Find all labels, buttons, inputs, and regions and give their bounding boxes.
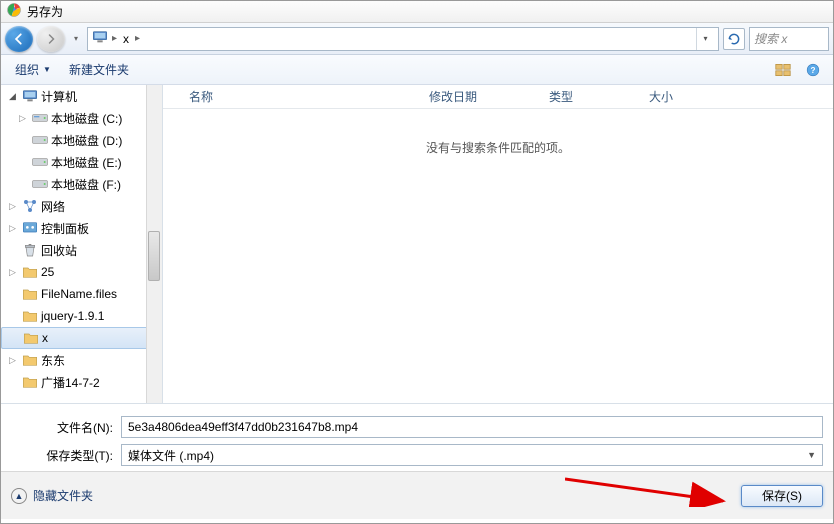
control-panel-icon xyxy=(22,220,38,236)
column-size[interactable]: 大小 xyxy=(641,88,721,105)
tree-item-folder[interactable]: ▷ 25 xyxy=(1,261,162,283)
folder-icon xyxy=(22,286,38,302)
collapse-arrow-icon: ▲ xyxy=(11,488,27,504)
tree-item-computer[interactable]: ◢ 计算机 xyxy=(1,85,162,107)
help-button[interactable]: ? xyxy=(801,59,825,81)
tree-item-control-panel[interactable]: ▷ 控制面板 xyxy=(1,217,162,239)
filename-input[interactable] xyxy=(121,416,823,438)
tree-item-folder[interactable]: FileName.files xyxy=(1,283,162,305)
tree-item-drive-d[interactable]: 本地磁盘 (D:) xyxy=(1,129,162,151)
expand-arrow-icon[interactable]: ▷ xyxy=(9,267,19,278)
new-folder-button[interactable]: 新建文件夹 xyxy=(63,58,135,81)
address-dropdown[interactable]: ▾ xyxy=(696,28,714,50)
svg-text:?: ? xyxy=(811,65,816,74)
expand-arrow-icon[interactable]: ◢ xyxy=(9,91,19,102)
chrome-icon xyxy=(7,3,27,20)
breadcrumb-chevron-icon: ▸ xyxy=(135,33,140,44)
drive-icon xyxy=(32,154,48,170)
address-bar[interactable]: ▸ x ▸ ▾ xyxy=(87,27,719,51)
expand-arrow-icon[interactable]: ▷ xyxy=(19,113,29,124)
view-options-button[interactable] xyxy=(771,59,795,81)
tree-item-folder-x[interactable]: x xyxy=(1,327,162,349)
breadcrumb-chevron-icon: ▸ xyxy=(112,33,117,44)
forward-button[interactable] xyxy=(37,26,65,52)
folder-icon xyxy=(22,264,38,280)
toolbar: 组织 ▼ 新建文件夹 ? xyxy=(1,55,833,85)
nav-history-dropdown[interactable]: ▾ xyxy=(69,26,83,52)
column-headers: 名称 修改日期 类型 大小 xyxy=(163,85,833,109)
column-date[interactable]: 修改日期 xyxy=(421,88,541,105)
nav-bar: ▾ ▸ x ▸ ▾ 搜索 x xyxy=(1,23,833,55)
search-placeholder: 搜索 x xyxy=(754,30,787,47)
folder-icon xyxy=(22,308,38,324)
tree-item-drive-e[interactable]: 本地磁盘 (E:) xyxy=(1,151,162,173)
save-button[interactable]: 保存(S) xyxy=(741,485,823,507)
filetype-dropdown[interactable]: 媒体文件 (.mp4) ▼ xyxy=(121,444,823,466)
expand-arrow-icon[interactable]: ▷ xyxy=(9,355,19,366)
annotation-arrow-icon xyxy=(565,477,735,507)
drive-icon xyxy=(32,132,48,148)
column-type[interactable]: 类型 xyxy=(541,88,641,105)
expand-arrow-icon[interactable]: ▷ xyxy=(9,201,19,212)
network-icon xyxy=(22,198,38,214)
search-input[interactable]: 搜索 x xyxy=(749,27,829,51)
dialog-footer: ▲ 隐藏文件夹 保存(S) xyxy=(1,471,833,519)
folder-icon xyxy=(22,374,38,390)
tree-item-folder[interactable]: jquery-1.9.1 xyxy=(1,305,162,327)
save-fields: 文件名(N): 保存类型(T): 媒体文件 (.mp4) ▼ xyxy=(1,403,833,471)
tree-item-network[interactable]: ▷ 网络 xyxy=(1,195,162,217)
computer-icon xyxy=(92,30,108,47)
title-bar: 另存为 xyxy=(1,1,833,23)
back-button[interactable] xyxy=(5,26,33,52)
filetype-label: 保存类型(T): xyxy=(11,447,121,464)
filename-label: 文件名(N): xyxy=(11,419,121,436)
breadcrumb-item[interactable]: x xyxy=(121,32,131,46)
scrollbar-thumb[interactable] xyxy=(148,231,160,281)
organize-menu[interactable]: 组织 ▼ xyxy=(9,58,57,81)
tree-item-recycle[interactable]: 回收站 xyxy=(1,239,162,261)
window-title: 另存为 xyxy=(27,3,63,20)
drive-icon xyxy=(32,176,48,192)
column-name[interactable]: 名称 xyxy=(181,88,421,105)
tree-item-folder[interactable]: ▷ 东东 xyxy=(1,349,162,371)
folder-icon xyxy=(23,330,39,346)
folder-icon xyxy=(22,352,38,368)
drive-icon xyxy=(32,110,48,126)
chevron-down-icon: ▼ xyxy=(43,65,51,74)
expand-arrow-icon[interactable]: ▷ xyxy=(9,223,19,234)
chevron-down-icon: ▼ xyxy=(807,450,816,460)
refresh-button[interactable] xyxy=(723,28,745,50)
tree-scrollbar[interactable] xyxy=(146,85,162,403)
tree-item-drive-c[interactable]: ▷ 本地磁盘 (C:) xyxy=(1,107,162,129)
empty-folder-message: 没有与搜索条件匹配的项。 xyxy=(163,109,833,156)
main-area: ◢ 计算机 ▷ 本地磁盘 (C:) 本地磁盘 (D:) 本地磁盘 (E:) 本地… xyxy=(1,85,833,403)
tree-item-folder[interactable]: 广播14-7-2 xyxy=(1,371,162,393)
file-list[interactable]: 名称 修改日期 类型 大小 没有与搜索条件匹配的项。 xyxy=(163,85,833,403)
computer-icon xyxy=(22,88,38,104)
hide-folders-toggle[interactable]: ▲ 隐藏文件夹 xyxy=(11,487,93,504)
tree-item-drive-f[interactable]: 本地磁盘 (F:) xyxy=(1,173,162,195)
recycle-bin-icon xyxy=(22,242,38,258)
folder-tree[interactable]: ◢ 计算机 ▷ 本地磁盘 (C:) 本地磁盘 (D:) 本地磁盘 (E:) 本地… xyxy=(1,85,163,403)
